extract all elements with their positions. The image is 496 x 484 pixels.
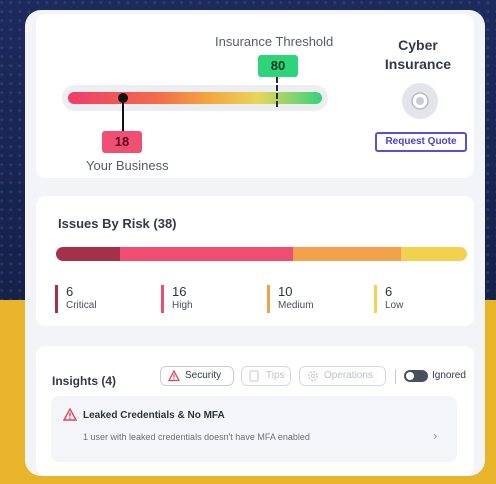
business-score-badge: 18	[102, 131, 142, 153]
divider	[395, 369, 396, 384]
stat-label: High	[172, 300, 193, 311]
business-label: Your Business	[86, 158, 169, 173]
filter-label: Operations	[324, 370, 373, 381]
insight-description: 1 user with leaked credentials doesn't h…	[83, 432, 310, 442]
threshold-label: Insurance Threshold	[215, 34, 334, 49]
request-quote-button[interactable]: Request Quote	[375, 132, 467, 152]
stat-label: Critical	[66, 300, 97, 311]
issues-title: Issues By Risk (38)	[58, 216, 177, 231]
business-marker	[118, 93, 128, 103]
document-icon	[249, 370, 259, 389]
award-badge-icon	[402, 83, 438, 119]
risk-gauge	[68, 92, 322, 104]
stat-label: Medium	[278, 300, 314, 311]
warning-icon	[167, 369, 181, 389]
stat-count: 6	[385, 284, 393, 299]
threshold-badge: 80	[258, 55, 298, 77]
cyber-insurance-title: Cyber Insurance	[376, 36, 460, 74]
dashboard-panel: Insurance Threshold 80 18 Your Business …	[25, 10, 485, 476]
medium-bar-segment	[293, 247, 401, 261]
insurance-score-card: Insurance Threshold 80 18 Your Business …	[36, 14, 474, 178]
stat-critical: 6 Critical	[55, 285, 97, 313]
stat-medium: 10 Medium	[267, 285, 314, 313]
insights-card: Insights (4) Security Tips Operations Ig…	[36, 346, 474, 476]
issues-by-risk-card: Issues By Risk (38) 6 Critical 16 High 1…	[36, 196, 474, 326]
business-marker-line	[122, 98, 124, 132]
filter-operations[interactable]: Operations	[299, 366, 386, 386]
stat-low: 6 Low	[374, 285, 403, 313]
ignored-label: Ignored	[432, 370, 466, 381]
stat-count: 6	[66, 284, 74, 299]
high-bar-segment	[120, 247, 293, 261]
insight-title: Leaked Credentials & No MFA	[83, 410, 225, 421]
filter-tips[interactable]: Tips	[241, 366, 291, 386]
threshold-marker	[276, 77, 278, 107]
stat-count: 10	[278, 284, 293, 299]
stat-high: 16 High	[161, 285, 193, 313]
filter-label: Security	[185, 370, 222, 381]
critical-bar-segment	[56, 247, 120, 261]
stat-label: Low	[385, 300, 404, 311]
stat-count: 16	[172, 284, 187, 299]
low-bar-segment	[401, 247, 467, 261]
cyber-title-line2: Insurance	[384, 56, 452, 72]
toggle-knob	[406, 372, 414, 380]
insights-title: Insights (4)	[52, 374, 117, 388]
cyber-title-line1: Cyber	[398, 37, 438, 53]
gear-icon	[307, 370, 319, 389]
filter-security[interactable]: Security	[160, 366, 234, 386]
chevron-right-icon[interactable]: ›	[433, 428, 437, 443]
warning-icon	[62, 407, 78, 426]
insight-item[interactable]: Leaked Credentials & No MFA 1 user with …	[51, 396, 457, 462]
ignored-toggle[interactable]	[404, 370, 428, 382]
filter-label: Tips	[266, 370, 285, 381]
